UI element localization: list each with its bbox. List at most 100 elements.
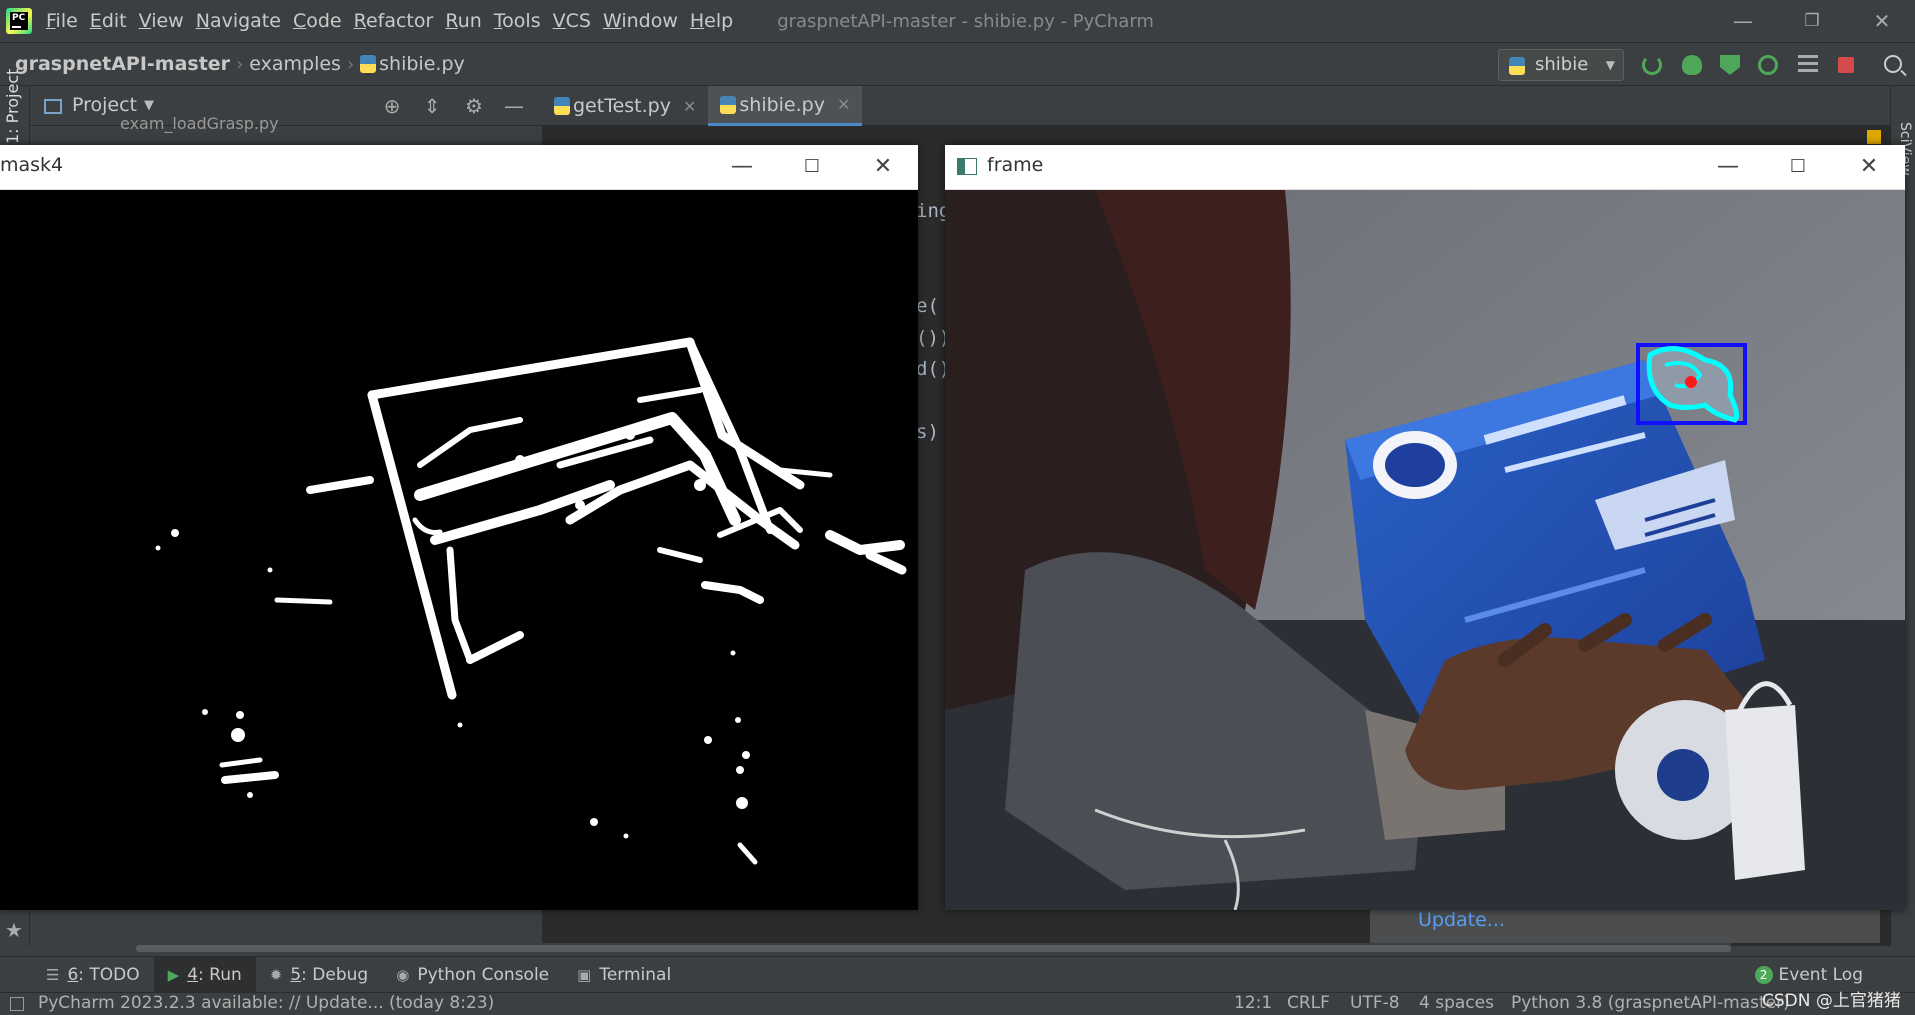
gear-icon[interactable]: ⚙ [464,96,484,116]
binary-mask-graphic [0,190,918,910]
terminal-tool-button[interactable]: ▣ Terminal [563,957,685,993]
close-tab-icon[interactable]: ✕ [683,97,696,116]
stop-icon[interactable] [1838,57,1854,73]
code-fragment: s) [916,421,939,443]
watermark: CSDN @上官猪猪 [1762,991,1901,1011]
todo-tool-button[interactable]: ☰ 6: TODO [32,957,154,993]
chevron-down-icon: ▼ [1605,58,1615,72]
minimize-icon[interactable]: — [1723,6,1763,36]
concurrency-icon[interactable] [1798,55,1818,75]
breadcrumb-separator-icon: › [236,53,244,75]
close-icon[interactable]: ✕ [1849,151,1889,183]
python-console-icon: ◉ [396,965,410,984]
indent-setting[interactable]: 4 spaces [1419,993,1494,1013]
line-separator[interactable]: CRLF [1287,993,1330,1013]
pycharm-window: PC File Edit View Navigate Code Refactor… [0,0,1915,1015]
python-interpreter[interactable]: Python 3.8 (graspnetAPI-master) [1511,993,1790,1013]
project-tree-item[interactable]: exam_loadGrasp.py [120,114,279,133]
breadcrumb-folder[interactable]: examples [249,53,341,75]
mask-window: mask4 — ☐ ✕ [0,145,918,910]
close-tab-icon[interactable]: ✕ [837,95,850,114]
menu-run[interactable]: Run [445,10,481,32]
frame-window-titlebar[interactable]: frame — ☐ ✕ [945,145,1905,190]
menu-file[interactable]: File [46,10,78,32]
terminal-icon: ▣ [577,965,592,984]
maximize-icon[interactable]: ☐ [1778,151,1818,183]
warning-marker-icon[interactable] [1867,130,1881,144]
menu-edit[interactable]: Edit [90,10,127,32]
event-count-badge: 2 [1754,966,1773,984]
debug-tool-button[interactable]: ✹ 5: Debug [256,957,382,993]
python-console-tool-button[interactable]: ◉ Python Console [382,957,563,993]
project-panel-header: Project ▼ ⊕ ⇕ ⚙ — [30,86,542,126]
mask-window-titlebar[interactable]: mask4 — ☐ ✕ [0,145,918,190]
menu-view[interactable]: View [139,10,184,32]
project-view-icon [44,99,62,114]
tab-label: getTest.py [573,95,671,117]
todo-label: : TODO [78,964,140,985]
breadcrumb-file[interactable]: shibie.py [379,53,465,75]
camera-frame-image [945,190,1905,910]
debug-number: 5 [290,964,302,985]
restore-icon[interactable]: ❐ [1792,6,1832,36]
event-log-label: Event Log [1778,965,1863,985]
breadcrumb-project[interactable]: graspnetAPI-master [15,53,230,75]
camera-scene-graphic [945,190,1905,910]
tool-window-bar: ☰ 6: TODO ▶ 4: Run ✹ 5: Debug ◉ Python C… [0,956,1915,993]
menu-navigate[interactable]: Navigate [196,10,281,32]
hide-panel-icon[interactable]: — [504,96,524,116]
project-tool-tab[interactable]: 1: Project [3,69,22,144]
caret-position[interactable]: 12:1 [1234,993,1272,1013]
pycharm-logo-icon: PC [6,8,32,34]
collapse-all-icon[interactable]: ⇕ [422,96,442,116]
python-file-icon [554,97,570,115]
run-label: : Run [198,964,242,985]
mask-image [0,190,918,910]
mask-window-title: mask4 [0,154,64,176]
menu-help[interactable]: Help [690,10,733,32]
scrollbar-thumb[interactable] [136,945,1731,952]
chevron-down-icon[interactable]: ▼ [144,98,154,113]
favorites-star-icon[interactable]: ★ [5,918,23,942]
list-icon: ☰ [46,965,60,984]
frame-window-title: frame [987,154,1044,176]
project-view-select[interactable]: Project [72,94,137,116]
python-console-label: Python Console [417,964,550,985]
tool-windows-toggle-icon[interactable] [10,997,24,1011]
menu-tools[interactable]: Tools [494,10,541,32]
menu-code[interactable]: Code [293,10,342,32]
python-file-icon [360,55,377,73]
code-fragment: e( [916,295,939,317]
close-icon[interactable]: ✕ [1862,6,1902,36]
status-bar: PyCharm 2023.2.3 available: // Update...… [0,991,1915,1015]
tab-gettest[interactable]: getTest.py ✕ [542,86,708,126]
close-icon[interactable]: ✕ [863,151,903,183]
coverage-icon[interactable] [1720,55,1740,75]
update-notification: Update... [1370,905,1880,943]
locate-file-icon[interactable]: ⊕ [382,96,402,116]
tab-label: shibie.py [739,93,825,116]
update-link[interactable]: Update... [1418,909,1505,931]
rerun-icon[interactable] [1642,55,1662,75]
status-message[interactable]: PyCharm 2023.2.3 available: // Update...… [38,993,494,1013]
minimize-icon[interactable]: — [722,151,762,183]
menu-refactor[interactable]: Refactor [354,10,434,32]
breadcrumb-separator-icon: › [346,53,355,75]
search-icon[interactable] [1884,55,1902,73]
todo-number: 6 [67,964,79,985]
horizontal-scrollbar[interactable] [136,943,1731,955]
profile-icon[interactable] [1758,55,1778,75]
navigation-bar: graspnetAPI-master › examples › shibie.p… [0,43,1915,86]
run-tool-button[interactable]: ▶ 4: Run [153,956,256,993]
run-configuration-select[interactable]: shibie ▼ [1498,49,1624,81]
file-encoding[interactable]: UTF-8 [1350,993,1400,1013]
tab-shibie[interactable]: shibie.py ✕ [708,86,863,126]
menu-window[interactable]: Window [603,10,678,32]
maximize-icon[interactable]: ☐ [792,151,832,183]
terminal-label: Terminal [599,964,672,985]
debug-icon[interactable] [1682,55,1702,75]
editor-tab-bar: getTest.py ✕ shibie.py ✕ [542,86,1915,126]
menu-vcs[interactable]: VCS [553,10,591,32]
minimize-icon[interactable]: — [1708,151,1748,183]
run-icon: ▶ [167,965,180,984]
